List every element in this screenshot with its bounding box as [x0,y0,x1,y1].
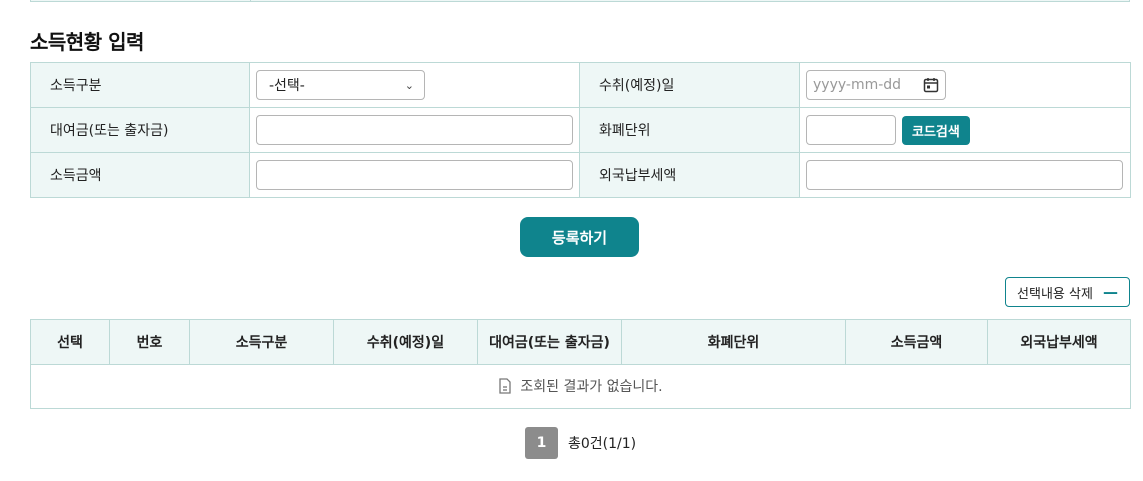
empty-row: 조회된 결과가 없습니다. [30,364,1131,409]
column-header: 수취(예정)일 [333,319,478,365]
list-header-row: 선택 번호 소득구분 수취(예정)일 대여금(또는 출자금) 화폐단위 소득금액… [30,319,1131,365]
document-icon [499,377,512,394]
delete-selected-label: 선택내용 삭제 [1017,286,1093,302]
income-list-table: 선택 번호 소득구분 수취(예정)일 대여금(또는 출자금) 화폐단위 소득금액… [30,319,1131,409]
code-search-button[interactable]: 코드검색 [902,115,970,145]
income-amount-input[interactable] [256,160,573,190]
currency-code-input[interactable] [806,115,896,145]
calendar-icon[interactable] [923,77,939,93]
form-row-1: 소득구분 -선택- ⌄ 수취(예정)일 yyyy-mm-dd [30,62,1131,108]
income-type-label: 소득구분 [30,62,250,108]
delete-selected-button[interactable]: 선택내용 삭제 — [1005,277,1130,307]
column-header: 소득금액 [845,319,988,365]
loan-label: 대여금(또는 출자금) [30,107,250,153]
receipt-date-input[interactable]: yyyy-mm-dd [806,70,946,100]
column-header: 화폐단위 [621,319,846,365]
income-type-selected-value: -선택- [269,78,305,94]
column-header: 선택 [30,319,110,365]
column-header: 외국납부세액 [987,319,1131,365]
form-row-2: 대여금(또는 출자금) 화폐단위 코드검색 [30,107,1131,153]
loan-amount-input[interactable] [256,115,573,145]
receipt-date-placeholder: yyyy-mm-dd [813,77,902,93]
minus-icon: — [1102,283,1118,301]
foreign-tax-input[interactable] [806,160,1123,190]
foreign-tax-label: 외국납부세액 [579,152,800,198]
column-header: 번호 [109,319,190,365]
previous-table-divider [250,0,251,1]
empty-message: 조회된 결과가 없습니다. [520,378,663,395]
column-header: 소득구분 [189,319,334,365]
income-amount-label: 소득금액 [30,152,250,198]
currency-label: 화폐단위 [579,107,800,153]
income-form-table: 소득구분 -선택- ⌄ 수취(예정)일 yyyy-mm-dd 대여금(또는 출자… [30,62,1131,198]
previous-table-edge [30,0,1130,2]
column-header: 대여금(또는 출자금) [477,319,622,365]
form-row-3: 소득금액 외국납부세액 [30,152,1131,198]
page-number-current[interactable]: 1 [525,427,558,459]
pagination: 1 총0건(1/1) [525,427,636,459]
income-type-select[interactable]: -선택- ⌄ [256,70,425,100]
section-title: 소득현황 입력 [30,30,144,54]
chevron-down-icon: ⌄ [404,78,414,92]
register-button[interactable]: 등록하기 [520,217,639,257]
receipt-date-label: 수취(예정)일 [579,62,800,108]
total-count: 총0건(1/1) [568,436,637,452]
